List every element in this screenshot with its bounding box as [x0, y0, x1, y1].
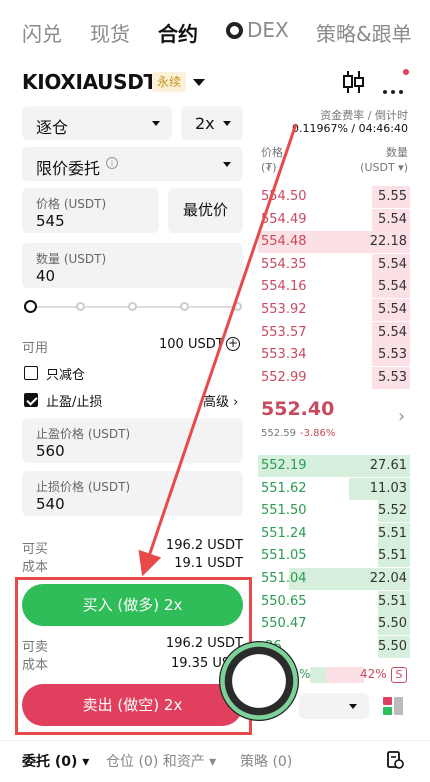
tab-positions[interactable]: 仓位 (0) 和资产 ▾ — [106, 751, 216, 771]
tab-orders-label: 委托 (0) — [22, 754, 78, 770]
bottom-tabs: 委托 (0) ▾ 仓位 (0) 和资产 ▾ 策略 (0) — [0, 740, 430, 782]
tab-positions-label: 仓位 (0) 和资产 — [106, 754, 205, 770]
tab-strategies[interactable]: 策略 (0) — [240, 751, 292, 771]
annotation-highlight-box — [15, 577, 252, 735]
order-history-icon[interactable] — [385, 750, 405, 770]
tab-orders[interactable]: 委托 (0) ▾ — [22, 751, 89, 771]
floating-assist-button[interactable] — [219, 641, 299, 721]
